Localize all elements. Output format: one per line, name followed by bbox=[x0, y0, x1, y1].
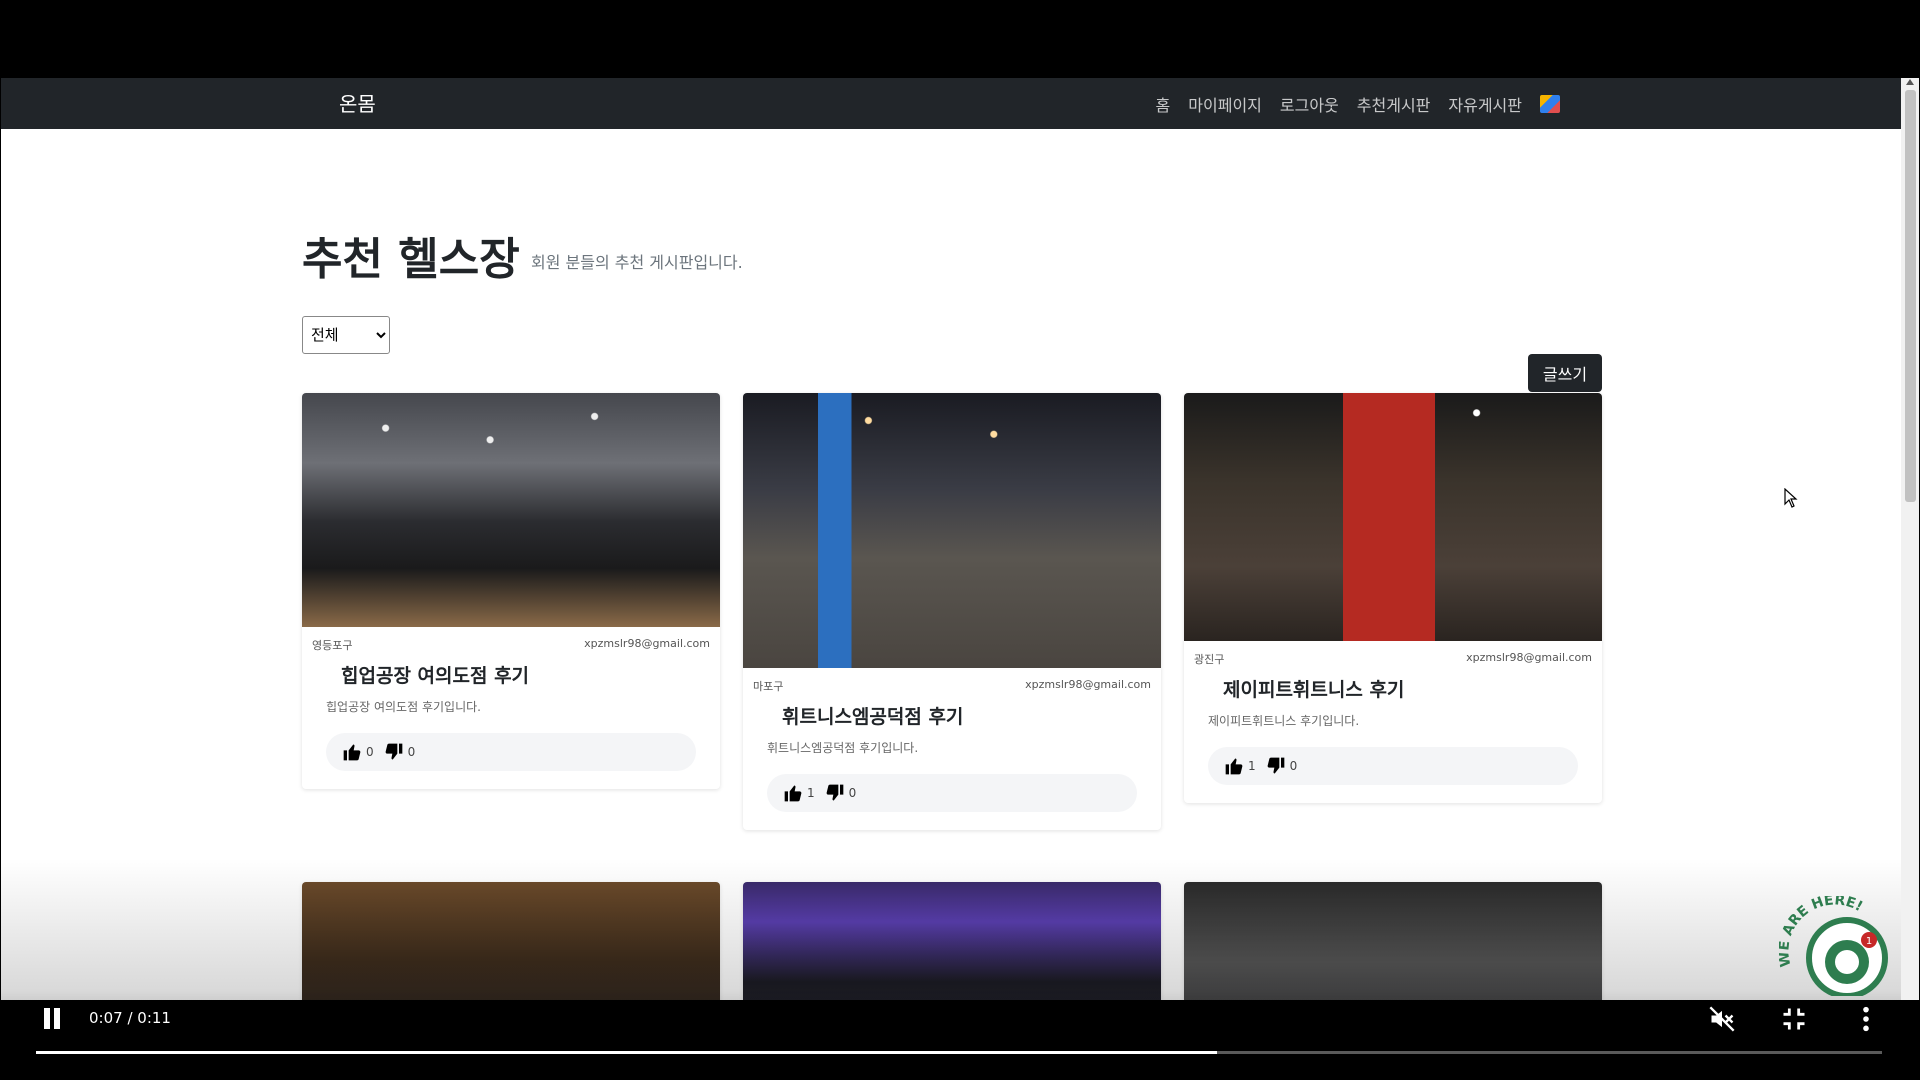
card-description: 힙업공장 여의도점 후기입니다. bbox=[326, 700, 481, 714]
card-title[interactable]: 휘트니스엠공덕점 후기 bbox=[743, 694, 1161, 729]
card-email: xpzmslr98@gmail.com bbox=[1466, 651, 1592, 664]
card-email: xpzmslr98@gmail.com bbox=[1025, 678, 1151, 691]
scrollbar-thumb[interactable] bbox=[1905, 90, 1916, 502]
thumbs-down-icon[interactable] bbox=[1266, 756, 1286, 776]
page-scrollbar[interactable] bbox=[1901, 78, 1919, 1079]
gym-card[interactable]: 마포구 xpzmslr98@gmail.com 휘트니스엠공덕점 후기 휘트니스… bbox=[743, 393, 1161, 830]
dislike-count: 0 bbox=[407, 745, 416, 759]
card-region: 광진구 bbox=[1194, 653, 1225, 666]
vote-bar: 1 0 bbox=[1208, 747, 1578, 785]
vote-bar: 1 0 bbox=[767, 774, 1137, 812]
mouse-cursor-icon bbox=[1784, 488, 1798, 508]
like-count: 1 bbox=[1248, 759, 1256, 773]
video-content: 온몸 홈 마이페이지 로그아웃 추천게시판 자유게시판 추천 헬스장 회원 분들… bbox=[1, 78, 1919, 1079]
card-title[interactable]: 제이피트휘트니스 후기 bbox=[1184, 667, 1602, 702]
card-email: xpzmslr98@gmail.com bbox=[584, 637, 710, 650]
region-filter-select[interactable]: 전체 bbox=[302, 316, 390, 354]
progress-bar-fill bbox=[36, 1051, 1218, 1054]
card-title[interactable]: 힙업공장 여의도점 후기 bbox=[302, 653, 720, 688]
page-title: 추천 헬스장 bbox=[302, 234, 520, 285]
card-description: 제이피트휘트니스 후기입니다. bbox=[1208, 714, 1360, 728]
video-player-controls: 0:07 / 0:11 bbox=[0, 1000, 1920, 1080]
card-region: 영등포구 bbox=[312, 639, 353, 652]
gym-photo[interactable] bbox=[743, 393, 1161, 668]
scroll-up-arrow-icon[interactable] bbox=[1906, 79, 1914, 85]
progress-bar[interactable] bbox=[36, 1051, 1882, 1054]
card-meta: 광진구 xpzmslr98@gmail.com bbox=[1184, 641, 1602, 667]
mute-icon[interactable] bbox=[1708, 1005, 1736, 1033]
chat-notification-badge: 1 bbox=[1866, 936, 1872, 947]
thumbs-down-icon[interactable] bbox=[384, 742, 404, 762]
card-region: 마포구 bbox=[753, 680, 784, 693]
gym-card[interactable]: 광진구 xpzmslr98@gmail.com 제이피트휘트니스 후기 제이피트… bbox=[1184, 393, 1602, 803]
more-options-icon[interactable] bbox=[1852, 1005, 1880, 1033]
main-container: 추천 헬스장 회원 분들의 추천 게시판입니다. 전체 글쓰기 영등포구 xpz… bbox=[302, 78, 1602, 1079]
video-frame: 온몸 홈 마이페이지 로그아웃 추천게시판 자유게시판 추천 헬스장 회원 분들… bbox=[0, 0, 1920, 1080]
gym-card[interactable]: 영등포구 xpzmslr98@gmail.com 힙업공장 여의도점 후기 힙업… bbox=[302, 393, 720, 789]
page-subtitle: 회원 분들의 추천 게시판입니다. bbox=[531, 253, 743, 272]
vote-bar: 0 0 bbox=[326, 733, 696, 771]
like-count: 1 bbox=[807, 786, 815, 800]
playback-time: 0:07 / 0:11 bbox=[89, 1009, 171, 1027]
exit-fullscreen-icon[interactable] bbox=[1780, 1005, 1808, 1033]
like-count: 0 bbox=[366, 745, 374, 759]
gym-photo[interactable] bbox=[1184, 393, 1602, 641]
dislike-count: 0 bbox=[848, 786, 857, 800]
thumbs-down-icon[interactable] bbox=[825, 783, 845, 803]
card-meta: 마포구 xpzmslr98@gmail.com bbox=[743, 668, 1161, 694]
card-meta: 영등포구 xpzmslr98@gmail.com bbox=[302, 627, 720, 653]
thumbs-up-icon[interactable] bbox=[342, 742, 362, 762]
write-button[interactable]: 글쓰기 bbox=[1528, 354, 1602, 392]
gym-photo[interactable] bbox=[302, 393, 720, 627]
chat-widget[interactable]: WE ARE HERE! 1 bbox=[1776, 892, 1889, 999]
thumbs-up-icon[interactable] bbox=[783, 783, 803, 803]
pause-icon[interactable] bbox=[44, 1008, 64, 1030]
card-description: 휘트니스엠공덕점 후기입니다. bbox=[767, 741, 919, 755]
thumbs-up-icon[interactable] bbox=[1224, 756, 1244, 776]
dislike-count: 0 bbox=[1289, 759, 1298, 773]
